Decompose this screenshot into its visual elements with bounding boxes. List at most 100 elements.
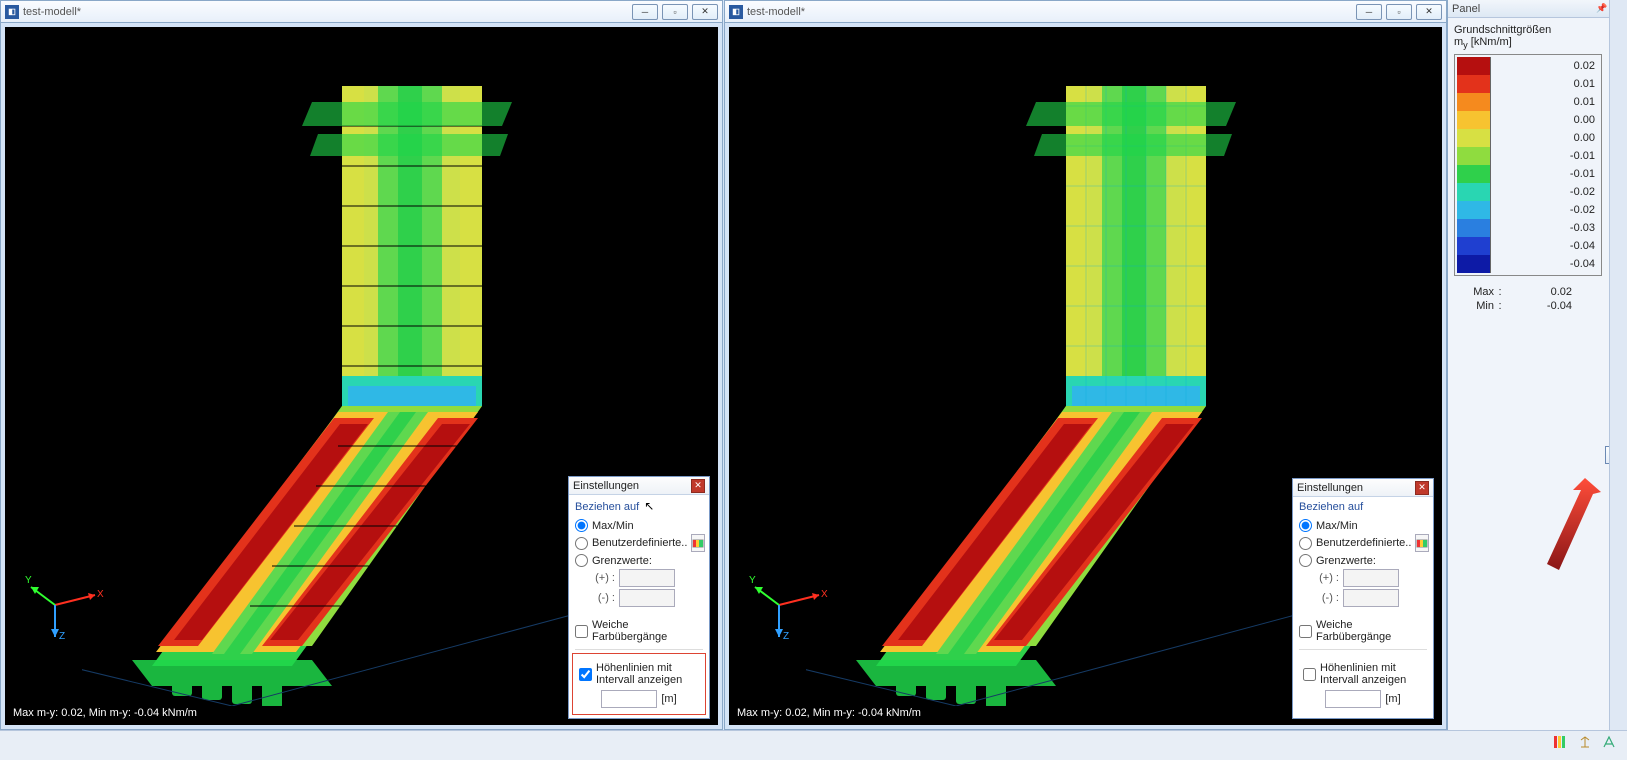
legend-value: -0.01	[1491, 168, 1599, 180]
legend-row: -0.01	[1457, 147, 1599, 165]
settings-dialog: Einstellungen ✕ Beziehen auf Max/Min Ben…	[1292, 478, 1434, 719]
viewport-left: ◧ test-modell* ─ ▫ ✕	[0, 0, 723, 730]
limit-minus-row: (-) : ▲▼	[1313, 589, 1427, 607]
limit-plus-row: (+) : ▲▼	[1313, 569, 1427, 587]
bottom-bar	[0, 730, 1627, 760]
svg-text:Y: Y	[25, 575, 32, 586]
checkbox-isolines[interactable]: Höhenlinien mit Intervall anzeigen	[1303, 662, 1423, 686]
svg-text:X: X	[97, 589, 104, 600]
panel-title: Panel	[1452, 3, 1480, 15]
dialog-title: Einstellungen	[1297, 482, 1415, 494]
interval-unit: [m]	[1385, 693, 1400, 705]
legend-value: 0.01	[1491, 78, 1599, 90]
radio-maxmin[interactable]: Max/Min	[1299, 519, 1427, 532]
balance-icon[interactable]	[1576, 733, 1594, 751]
legend-swatch	[1457, 165, 1491, 183]
legend-row: 0.00	[1457, 129, 1599, 147]
panel-strip	[1609, 0, 1627, 730]
dialog-close-button[interactable]: ✕	[691, 479, 705, 493]
legend-value: -0.02	[1491, 186, 1599, 198]
svg-text:Y: Y	[749, 575, 756, 586]
panel-heading-1: Grundschnittgrößen	[1454, 24, 1602, 36]
annotation-arrow-icon	[1523, 470, 1603, 590]
app-icon: ◧	[729, 5, 743, 19]
dialog-titlebar[interactable]: Einstellungen ✕	[1293, 479, 1433, 497]
pin-icon[interactable]: 📌	[1595, 3, 1609, 15]
legend-value: -0.04	[1491, 258, 1599, 270]
interval-input[interactable]: ▲▼	[1325, 690, 1381, 708]
legend-swatch	[1457, 111, 1491, 129]
limit-plus-input[interactable]: ▲▼	[619, 569, 675, 587]
interval-input[interactable]: ▲▼	[601, 690, 657, 708]
legend-swatch	[1457, 147, 1491, 165]
limit-minus-input[interactable]: ▲▼	[619, 589, 675, 607]
checkbox-isolines[interactable]: Höhenlinien mit Intervall anzeigen	[579, 662, 699, 686]
axis-gizmo: X Y Z	[25, 565, 105, 645]
viewport-right: ◧ test-modell* ─ ▫ ✕	[724, 0, 1447, 730]
render-canvas[interactable]: X Y Z Max m-y: 0.02, Min m-y: -0.04 kNm/…	[729, 27, 1442, 725]
dialog-close-button[interactable]: ✕	[1415, 481, 1429, 495]
legend-value: -0.01	[1491, 150, 1599, 162]
render-canvas[interactable]: X Y Z Max m-y: 0.02, Min m-y: -0.04 kNm/…	[5, 27, 718, 725]
limit-plus-row: (+) : ▲▼	[589, 569, 703, 587]
radio-maxmin[interactable]: Max/Min	[575, 519, 703, 532]
panel-header: Panel 📌 ✕	[1448, 0, 1627, 18]
side-panel: Panel 📌 ✕ Grundschnittgrößen my [kNm/m] …	[1447, 0, 1627, 730]
svg-text:X: X	[821, 589, 828, 600]
legend-value: 0.02	[1491, 60, 1599, 72]
legend-row: -0.04	[1457, 255, 1599, 273]
legend-swatch	[1457, 237, 1491, 255]
radio-limits[interactable]: Grenzwerte:	[575, 554, 703, 567]
legend-row: 0.02	[1457, 57, 1599, 75]
checkbox-smooth[interactable]: Weiche Farbübergänge	[575, 619, 703, 643]
legend-swatch	[1457, 201, 1491, 219]
cursor-icon: ↖	[644, 499, 654, 513]
custom-edit-icon[interactable]	[1415, 534, 1429, 552]
radio-limits[interactable]: Grenzwerte:	[1299, 554, 1427, 567]
axis-gizmo: X Y Z	[749, 565, 829, 645]
legend-value: 0.01	[1491, 96, 1599, 108]
legend-value: 0.00	[1491, 114, 1599, 126]
legend-swatch	[1457, 57, 1491, 75]
legend-swatch	[1457, 183, 1491, 201]
legend-swatch	[1457, 219, 1491, 237]
legend-value: -0.04	[1491, 240, 1599, 252]
close-button[interactable]: ✕	[1416, 4, 1442, 20]
legend-toggle-icon[interactable]	[1552, 733, 1570, 751]
legend-row: 0.01	[1457, 75, 1599, 93]
legend-value: 0.00	[1491, 132, 1599, 144]
window-title: test-modell*	[747, 6, 805, 18]
radio-custom[interactable]: Benutzerdefinierte..	[575, 534, 703, 552]
maximize-button[interactable]: ▫	[1386, 4, 1412, 20]
legend-swatch	[1457, 255, 1491, 273]
panel-heading-2: my [kNm/m]	[1454, 36, 1602, 50]
maximize-button[interactable]: ▫	[662, 4, 688, 20]
dialog-title: Einstellungen	[573, 480, 691, 492]
limit-minus-input[interactable]: ▲▼	[1343, 589, 1399, 607]
custom-edit-icon[interactable]	[691, 534, 705, 552]
drafting-icon[interactable]	[1600, 733, 1618, 751]
status-text: Max m-y: 0.02, Min m-y: -0.04 kNm/m	[737, 707, 921, 719]
interval-unit: [m]	[661, 693, 676, 705]
legend-value: -0.02	[1491, 204, 1599, 216]
radio-custom[interactable]: Benutzerdefinierte..	[1299, 534, 1427, 552]
dialog-titlebar[interactable]: Einstellungen ✕	[569, 477, 709, 495]
svg-text:Z: Z	[59, 631, 65, 642]
legend-row: 0.01	[1457, 93, 1599, 111]
legend-row: -0.04	[1457, 237, 1599, 255]
close-button[interactable]: ✕	[692, 4, 718, 20]
titlebar: ◧ test-modell* ─ ▫ ✕	[725, 1, 1446, 23]
dialog-section-label: Beziehen auf	[1293, 497, 1433, 515]
limit-plus-input[interactable]: ▲▼	[1343, 569, 1399, 587]
legend-swatch	[1457, 129, 1491, 147]
checkbox-smooth[interactable]: Weiche Farbübergänge	[1299, 619, 1427, 643]
window-title: test-modell*	[23, 6, 81, 18]
minimize-button[interactable]: ─	[1356, 4, 1382, 20]
color-legend: 0.02 0.01 0.01 0.00 0.00 -0.01 -0.01 -0.02 -0.02…	[1454, 54, 1602, 276]
legend-value: -0.03	[1491, 222, 1599, 234]
legend-row: 0.00	[1457, 111, 1599, 129]
minimize-button[interactable]: ─	[632, 4, 658, 20]
legend-swatch	[1457, 75, 1491, 93]
legend-row: -0.02	[1457, 183, 1599, 201]
model-render	[806, 46, 1366, 706]
